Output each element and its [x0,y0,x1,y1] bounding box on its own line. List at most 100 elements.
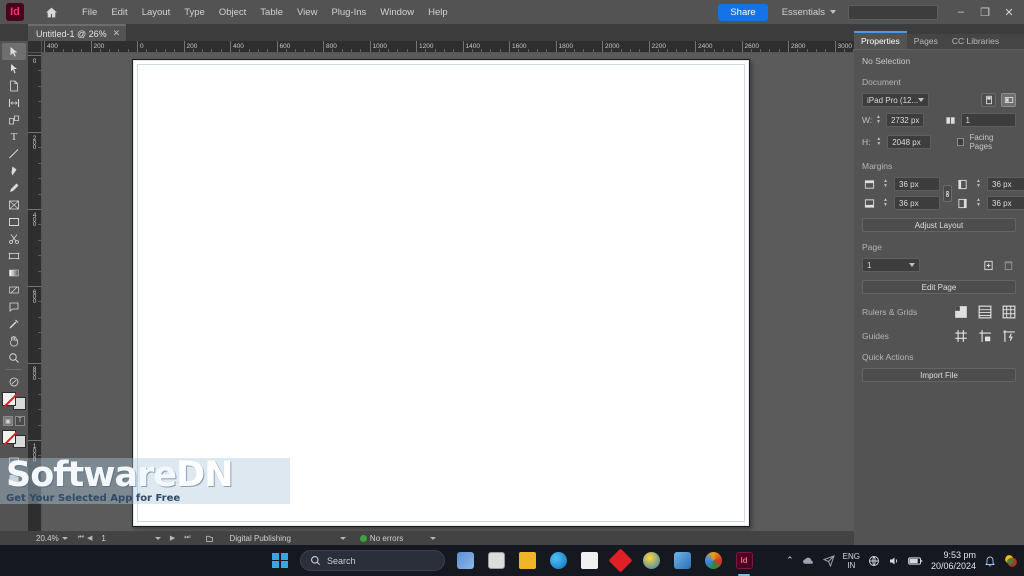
gap-tool[interactable] [2,94,26,111]
horizontal-ruler[interactable]: 400 200 0 200 400 600 800 1000 1200 1400 1600 1800 2… [42,41,854,53]
adjust-layout-button[interactable]: Adjust Layout [862,218,1016,232]
scissors-tool[interactable] [2,230,26,247]
fill-stroke-swatch[interactable] [2,392,26,412]
search-input[interactable] [848,4,938,20]
chevron-down-icon[interactable] [339,536,346,540]
show-guides-icon[interactable] [953,328,968,343]
baseline-grid-icon[interactable] [977,304,992,319]
preflight-indicator[interactable]: No errors [359,534,437,543]
direct-selection-tool[interactable] [2,60,26,77]
close-button[interactable]: ✕ [998,1,1020,23]
page-tool[interactable] [2,77,26,94]
eyedropper-tool[interactable] [2,315,26,332]
close-icon[interactable]: ✕ [113,28,121,39]
hand-tool[interactable] [2,332,26,349]
home-icon[interactable] [39,0,63,24]
width-stepper[interactable]: ▲ ▼ [876,115,881,125]
zoom-tool[interactable] [2,349,26,366]
preview-mode-button[interactable] [2,469,26,486]
apply-color-button[interactable] [2,430,16,444]
pages-count-input[interactable]: 1 [960,113,1016,127]
format-text-button[interactable]: T [15,416,25,426]
ruler-origin-handle[interactable] [28,41,42,53]
normal-mode-button[interactable] [2,452,26,469]
margin-top-stepper[interactable]: ▲ ▼ [882,179,889,189]
taskbar-store-icon[interactable] [578,550,600,572]
taskbar-folder-icon[interactable] [516,550,538,572]
taskbar-search-input[interactable]: Search [300,550,445,571]
portrait-orientation-button[interactable] [981,93,996,107]
facing-pages-checkbox[interactable] [956,138,965,146]
menu-item-help[interactable]: Help [421,3,455,22]
lock-guides-icon[interactable] [977,328,992,343]
volume-icon[interactable] [888,555,900,567]
vertical-ruler[interactable]: 0 200 400 600 800 1000 [28,53,42,531]
tab-cc-libraries[interactable]: CC Libraries [945,33,1006,49]
height-stepper[interactable]: ▲ ▼ [876,137,883,147]
language-indicator[interactable]: ENG IN [843,552,860,570]
taskbar-file-explorer-icon[interactable] [485,550,507,572]
document-grid-icon[interactable] [1001,304,1016,319]
clock[interactable]: 9:53 pm 20/06/2024 [931,550,976,572]
workspace-switcher[interactable]: Essentials [782,7,836,18]
margin-bottom-stepper[interactable]: ▲ ▼ [882,198,889,208]
taskbar-widgets-icon[interactable] [454,550,476,572]
add-page-icon[interactable] [981,258,996,272]
antivirus-icon[interactable] [1004,554,1018,568]
taskbar-photoshop-express-icon[interactable] [607,548,633,573]
fill-swatch[interactable] [2,392,16,406]
tray-chevron-icon[interactable]: ⌃ [786,555,794,566]
free-transform-tool[interactable] [2,247,26,264]
chevron-down-icon[interactable] [430,536,437,540]
smart-guides-icon[interactable] [1001,328,1016,343]
frame-tool[interactable] [2,196,26,213]
taskbar-chrome-beta-icon[interactable] [640,550,662,572]
format-container-button[interactable]: ▣ [3,416,13,426]
selection-tool[interactable] [2,43,26,60]
pen-tool[interactable] [2,162,26,179]
document-tab[interactable]: Untitled-1 @ 26% ✕ [28,24,127,41]
margin-right-input[interactable]: 36 px [987,196,1024,210]
gradient-swatch-tool[interactable] [2,264,26,281]
network-icon[interactable] [868,555,880,567]
show-rulers-icon[interactable] [953,304,968,319]
line-tool[interactable] [2,145,26,162]
zoom-level-control[interactable]: 20.4% [36,534,68,543]
margin-top-input[interactable]: 36 px [894,177,940,191]
page-select-chevron-icon[interactable] [154,536,161,540]
rectangle-tool[interactable] [2,213,26,230]
menu-item-file[interactable]: File [75,3,104,22]
first-page-icon[interactable]: ⏮ [78,534,84,542]
tab-properties[interactable]: Properties [854,31,907,49]
windows-start-icon[interactable] [269,550,291,572]
taskbar-edge-icon[interactable] [547,550,569,572]
pencil-tool[interactable] [2,179,26,196]
landscape-orientation-button[interactable] [1001,93,1016,107]
height-input[interactable]: 2048 px [887,135,932,149]
workspace-mode-indicator[interactable]: Digital Publishing [230,534,346,543]
margin-right-stepper[interactable]: ▲ ▼ [975,198,982,208]
page-number-value[interactable]: 1 [101,534,105,543]
edit-page-button[interactable]: Edit Page [862,280,1016,294]
restore-button[interactable]: ❐ [974,1,996,23]
menu-item-layout[interactable]: Layout [135,3,178,22]
taskbar-indesign-icon[interactable]: Id [733,550,755,576]
chain-link-icon[interactable] [943,185,952,202]
gradient-feather-tool[interactable] [2,281,26,298]
menu-item-view[interactable]: View [290,3,324,22]
document-preset-dropdown[interactable]: iPad Pro (12... [862,93,929,107]
battery-icon[interactable] [908,556,923,566]
taskbar-chrome-icon[interactable] [702,550,724,572]
delete-page-icon[interactable] [1001,258,1016,272]
import-file-button[interactable]: Import File [862,368,1016,382]
content-collector-tool[interactable] [2,111,26,128]
margin-left-input[interactable]: 36 px [987,177,1024,191]
note-tool[interactable] [2,298,26,315]
tab-pages[interactable]: Pages [907,33,945,49]
type-tool[interactable]: T [2,128,26,145]
menu-item-table[interactable]: Table [253,3,290,22]
page-tool-indicator-icon[interactable] [205,534,214,543]
send-icon[interactable] [822,554,835,567]
menu-item-type[interactable]: Type [177,3,212,22]
bell-icon[interactable] [984,555,996,567]
